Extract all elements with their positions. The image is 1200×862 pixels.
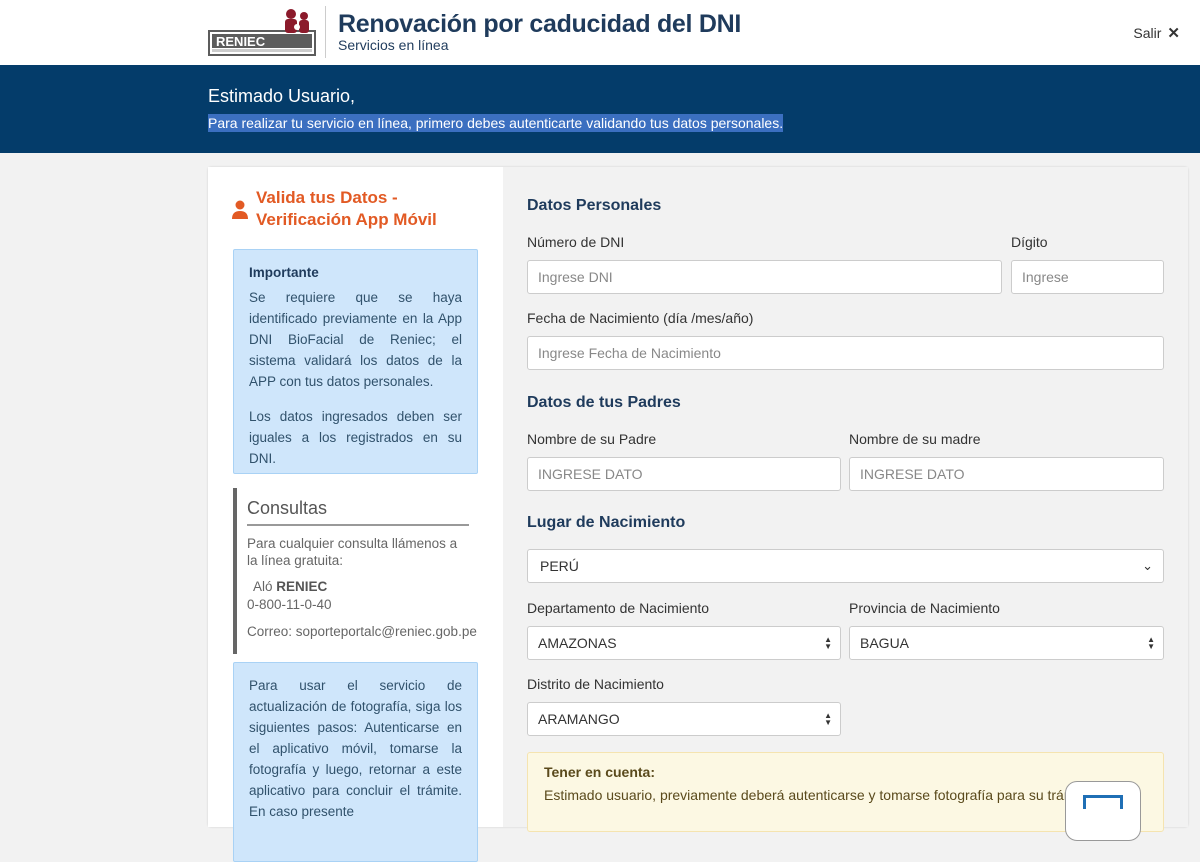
alo-prefix: Aló <box>253 579 273 594</box>
father-input[interactable]: INGRESE DATO <box>527 457 841 491</box>
parents-title: Datos de tus Padres <box>527 394 681 411</box>
sidebar: Valida tus Datos - Verificación App Móvi… <box>208 167 503 862</box>
consultas-box: Consultas Para cualquier consulta llámen… <box>233 488 478 654</box>
sidebar-title: Valida tus Datos - Verificación App Móvi… <box>256 188 437 229</box>
chevron-down-icon: ⌄ <box>1142 558 1153 573</box>
consultas-email: Correo: soporteportalc@reniec.gob.pe <box>247 624 477 639</box>
dni-input[interactable]: Ingrese DNI <box>527 260 1002 294</box>
steps-box: Para usar el servicio de actualización d… <box>233 662 478 862</box>
digit-label: Dígito <box>1011 234 1048 250</box>
province-value: BAGUA <box>860 635 910 651</box>
device-icon <box>1065 781 1141 841</box>
select-arrows-icon: ▲ ▼ <box>824 635 832 651</box>
select-arrows-icon: ▲ ▼ <box>1147 635 1155 651</box>
country-value: PERÚ <box>540 558 579 574</box>
logout-label: Salir <box>1133 25 1162 41</box>
birthplace-title: Lugar de Nacimiento <box>527 514 686 531</box>
important-title: Importante <box>249 265 319 280</box>
alo-brand: RENIEC <box>276 579 328 594</box>
department-value: AMAZONAS <box>538 635 617 651</box>
district-value: ARAMANGO <box>538 711 620 727</box>
digit-input[interactable]: Ingrese <box>1011 260 1164 294</box>
notice-title: Tener en cuenta: <box>544 764 655 780</box>
father-label: Nombre de su Padre <box>527 431 657 447</box>
birth-date-input[interactable]: Ingrese Fecha de Nacimiento <box>527 336 1164 370</box>
top-header: RENIEC Renovación por caducidad del DNI … <box>0 0 1200 65</box>
form-panel: Datos Personales Número de DNI Ingrese D… <box>503 167 1188 841</box>
select-arrows-icon: ▲ ▼ <box>824 711 832 727</box>
district-label: Distrito de Nacimiento <box>527 676 664 692</box>
sidebar-heading: Valida tus Datos - Verificación App Móvi… <box>232 187 482 231</box>
page-subtitle: Servicios en línea <box>338 37 449 53</box>
main-card: Valida tus Datos - Verificación App Móvi… <box>208 167 1188 862</box>
notice-text: Estimado usuario, previamente deberá aut… <box>544 787 1102 803</box>
notice-box: Tener en cuenta: Estimado usuario, previ… <box>527 752 1164 841</box>
important-text-1: Se requiere que se haya identificado pre… <box>249 290 462 389</box>
mother-input[interactable]: INGRESE DATO <box>849 457 1164 491</box>
department-select[interactable]: AMAZONAS ▲ ▼ <box>527 626 841 660</box>
header-divider <box>325 6 326 58</box>
page-title: Renovación por caducidad del DNI <box>338 10 741 38</box>
birth-date-label: Fecha de Nacimiento (día /mes/año) <box>527 310 754 326</box>
dni-label: Número de DNI <box>527 234 625 250</box>
close-icon: ✕ <box>1167 25 1180 42</box>
country-select[interactable]: PERÚ ⌄ <box>527 549 1164 583</box>
personal-data-title: Datos Personales <box>527 197 662 214</box>
banner-greeting: Estimado Usuario, <box>208 86 356 106</box>
province-select[interactable]: BAGUA ▲ ▼ <box>849 626 1164 660</box>
province-label: Provincia de Nacimiento <box>849 600 1000 616</box>
welcome-banner: Estimado Usuario, Para realizar tu servi… <box>0 65 1200 153</box>
important-text-2: Los datos ingresados deben ser iguales a… <box>249 409 462 466</box>
logout-button[interactable]: Salir ✕ <box>1133 24 1180 42</box>
mother-label: Nombre de su madre <box>849 431 981 447</box>
consultas-phone: 0-800-11-0-40 <box>247 597 332 612</box>
important-box: Importante Se requiere que se haya ident… <box>233 249 478 474</box>
consultas-alo: Aló RENIEC <box>247 579 478 594</box>
reniec-logo: RENIEC <box>208 9 316 56</box>
svg-text:RENIEC: RENIEC <box>216 34 266 49</box>
district-select[interactable]: ARAMANGO ▲ ▼ <box>527 702 841 736</box>
consultas-text: Para cualquier consulta llámenos a la lí… <box>247 536 458 568</box>
department-label: Departamento de Nacimiento <box>527 600 710 616</box>
consultas-title: Consultas <box>247 488 469 526</box>
banner-message: Para realizar tu servicio en línea, prim… <box>208 114 784 132</box>
user-icon <box>232 200 248 219</box>
